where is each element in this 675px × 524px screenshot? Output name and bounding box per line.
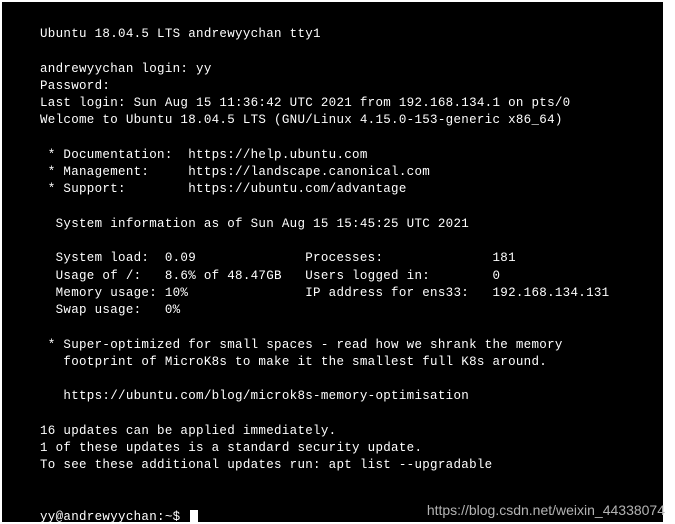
blank-line [40, 406, 645, 423]
updates-line1: 16 updates can be applied immediately. [40, 423, 645, 440]
terminal-window[interactable]: Ubuntu 18.04.5 LTS andrewyychan tty1 and… [2, 2, 663, 522]
blank-line [40, 130, 645, 147]
blank-line [40, 233, 645, 250]
blank-line [40, 199, 645, 216]
last-login-line: Last login: Sun Aug 15 11:36:42 UTC 2021… [40, 95, 645, 112]
promo-line1: * Super-optimized for small spaces - rea… [40, 337, 645, 354]
blank-line [40, 43, 645, 60]
sysinfo-header: System information as of Sun Aug 15 15:4… [40, 216, 645, 233]
blank-line [40, 475, 645, 492]
login-line: andrewyychan login: yy [40, 61, 645, 78]
welcome-line: Welcome to Ubuntu 18.04.5 LTS (GNU/Linux… [40, 112, 645, 129]
blank-line [40, 319, 645, 336]
sysinfo-swap: Swap usage: 0% [40, 302, 645, 319]
promo-line2: footprint of MicroK8s to make it the sma… [40, 354, 645, 371]
sysinfo-load: System load: 0.09 Processes: 181 [40, 250, 645, 267]
cursor-icon [190, 510, 198, 522]
watermark-text: https://blog.csdn.net/weixin_44338074 [427, 502, 665, 518]
updates-line2: 1 of these updates is a standard securit… [40, 440, 645, 457]
management-link: * Management: https://landscape.canonica… [40, 164, 645, 181]
password-line: Password: [40, 78, 645, 95]
promo-link: https://ubuntu.com/blog/microk8s-memory-… [40, 388, 645, 405]
shell-prompt: yy@andrewyychan:~$ [40, 510, 188, 522]
blank-line [40, 371, 645, 388]
updates-line3: To see these additional updates run: apt… [40, 457, 645, 474]
support-link: * Support: https://ubuntu.com/advantage [40, 181, 645, 198]
sysinfo-memory: Memory usage: 10% IP address for ens33: … [40, 285, 645, 302]
documentation-link: * Documentation: https://help.ubuntu.com [40, 147, 645, 164]
sysinfo-disk: Usage of /: 8.6% of 48.47GB Users logged… [40, 268, 645, 285]
os-header: Ubuntu 18.04.5 LTS andrewyychan tty1 [40, 26, 645, 43]
